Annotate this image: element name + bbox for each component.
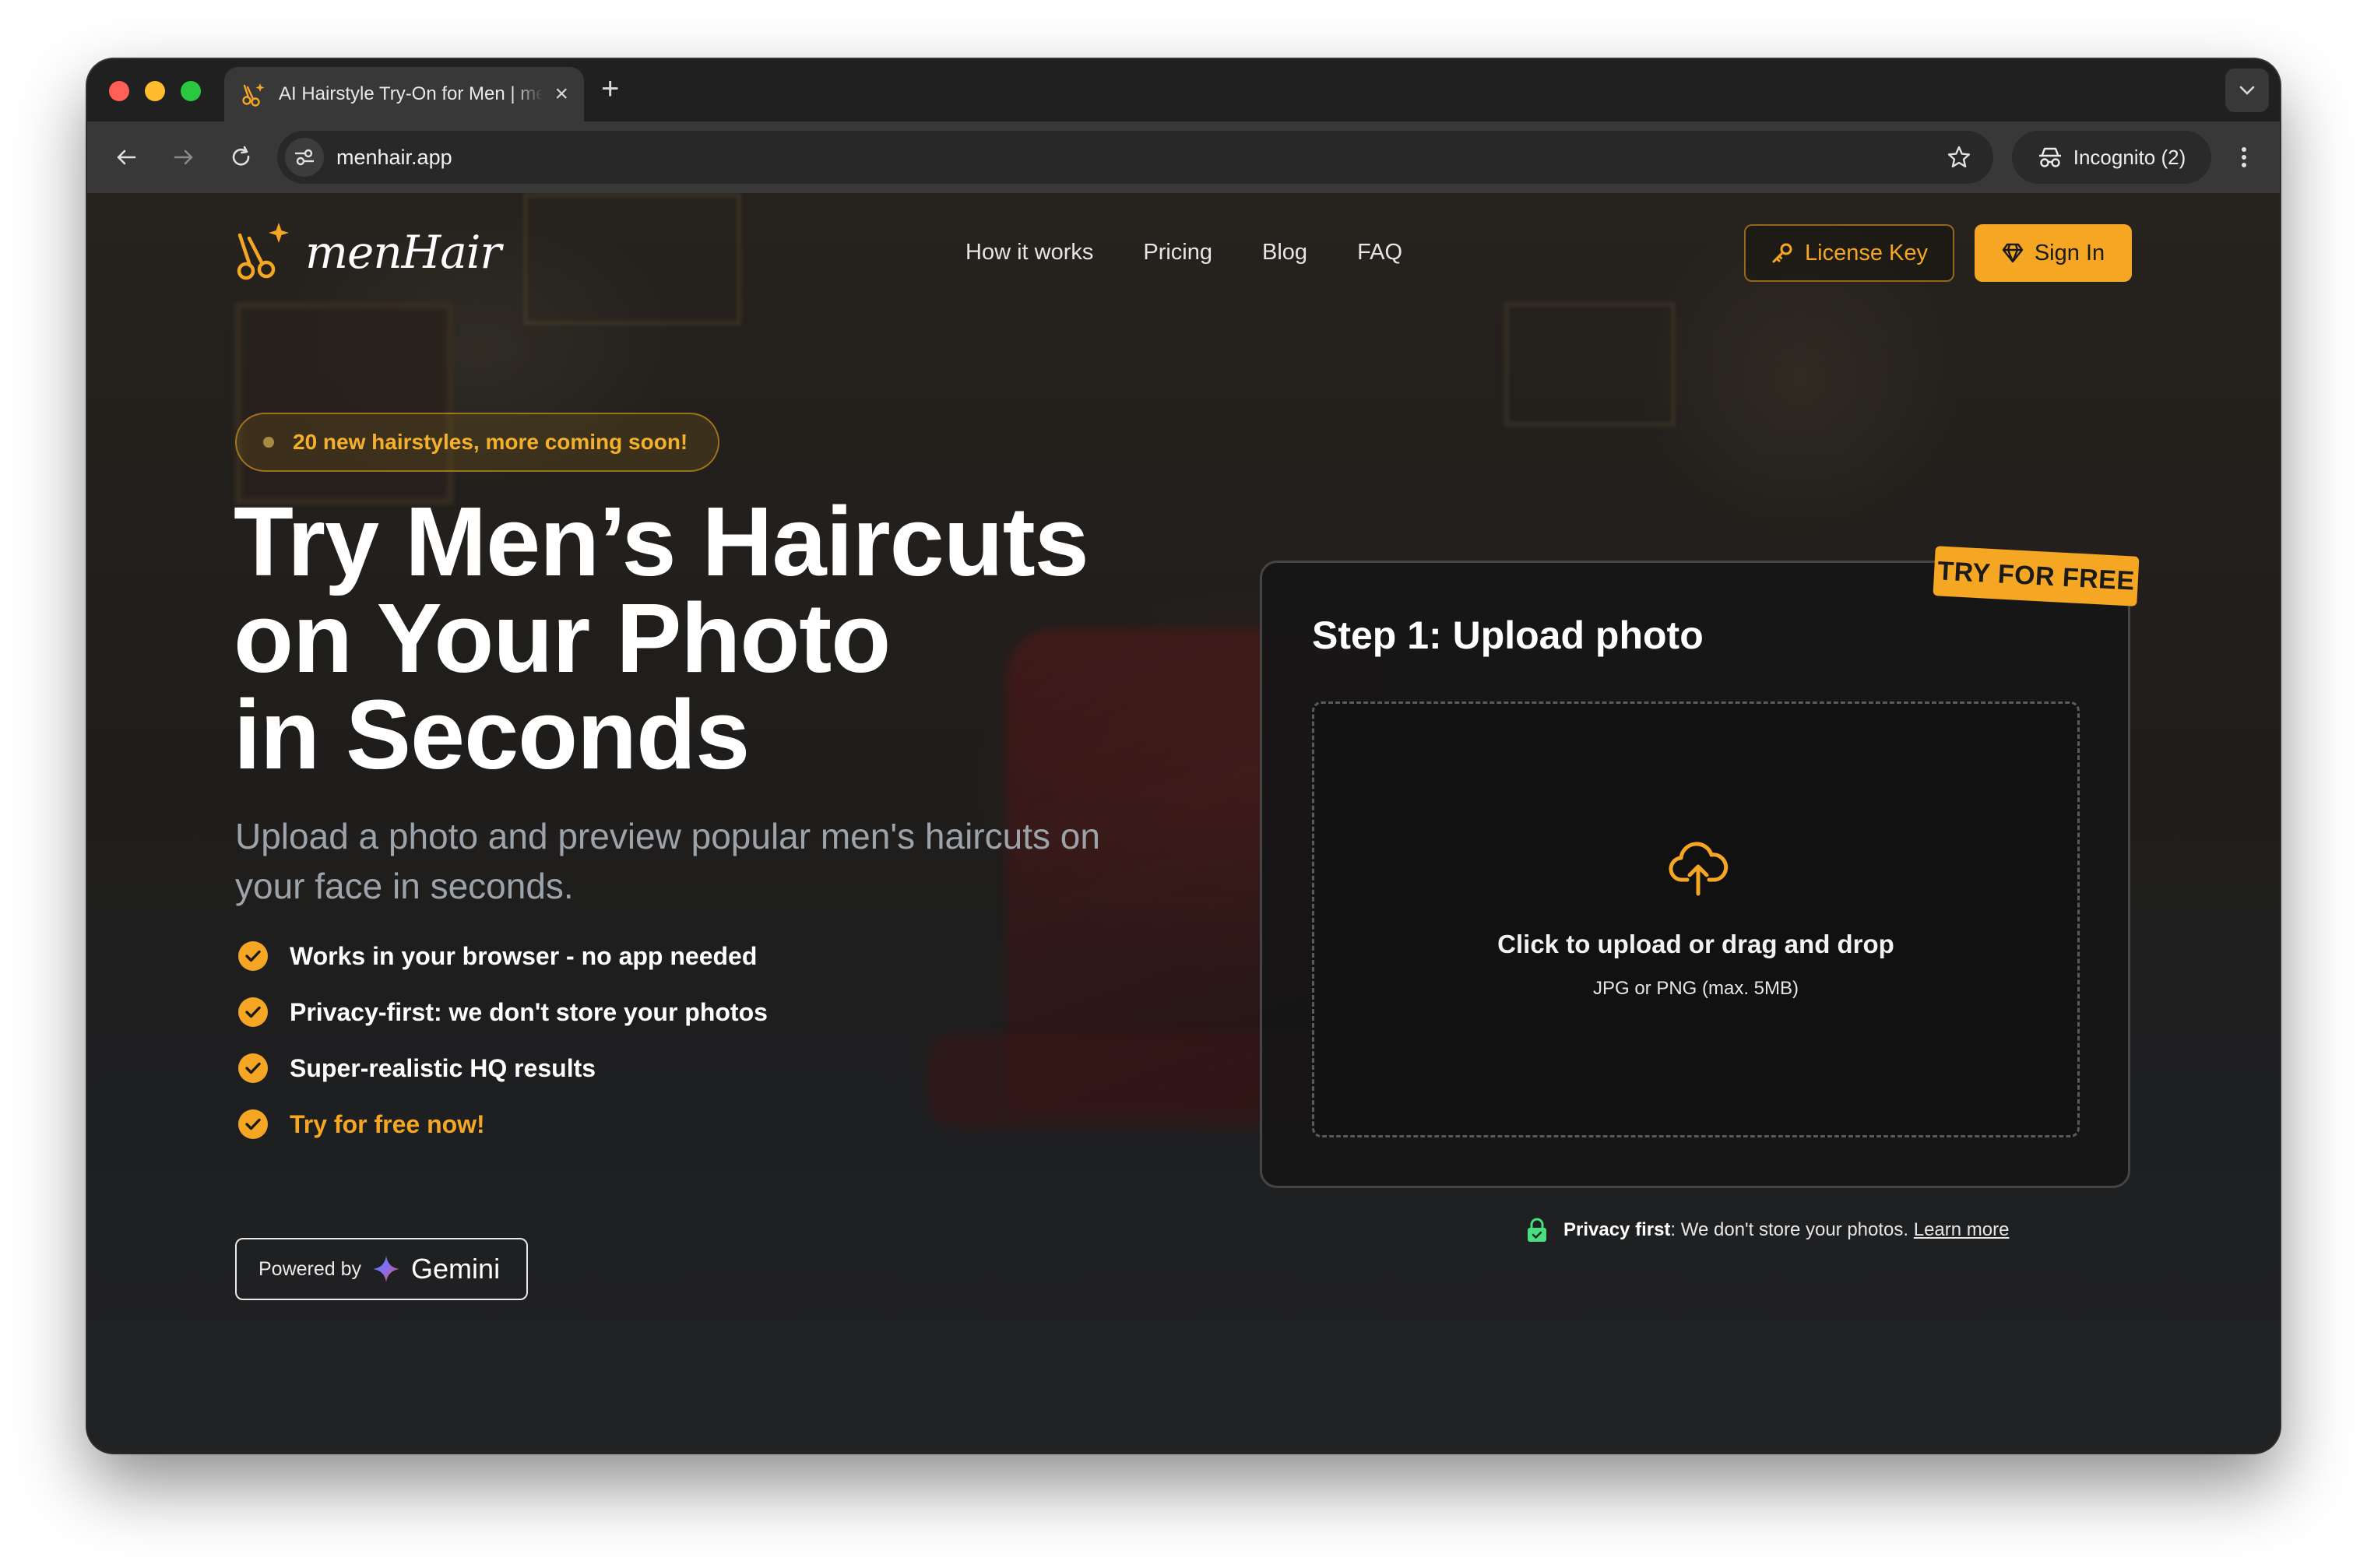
logo-text: menHair bbox=[305, 226, 501, 279]
license-key-label: License Key bbox=[1805, 240, 1928, 265]
nav-how-it-works[interactable]: How it works bbox=[965, 240, 1093, 265]
hero-title-line: on Your Photo bbox=[234, 583, 891, 693]
feature-item: Try for free now! bbox=[238, 1096, 768, 1152]
sign-in-button[interactable]: Sign In bbox=[1975, 224, 2132, 282]
badge-text: 20 new hairstyles, more coming soon! bbox=[293, 430, 688, 454]
cloud-upload-icon bbox=[1669, 842, 1729, 896]
photo-dropzone[interactable]: Click to upload or drag and drop JPG or … bbox=[1312, 701, 2080, 1137]
background-frame bbox=[523, 193, 741, 325]
main-nav: How it works Pricing Blog FAQ bbox=[965, 240, 1402, 265]
privacy-text: Privacy first: We don't store your photo… bbox=[1563, 1219, 2009, 1241]
try-free-now-link[interactable]: Try for free now! bbox=[290, 1110, 485, 1139]
scissors-favicon-icon bbox=[242, 83, 265, 107]
web-page: menHair How it works Pricing Blog FAQ Li… bbox=[87, 193, 2280, 1453]
privacy-bold: Privacy first bbox=[1563, 1219, 1671, 1240]
tab-close-icon[interactable]: × bbox=[554, 83, 568, 106]
feature-item: Privacy-first: we don't store your photo… bbox=[238, 984, 768, 1040]
address-bar[interactable]: menhair.app bbox=[277, 131, 1993, 184]
dropzone-title: Click to upload or drag and drop bbox=[1497, 930, 1894, 958]
check-circle-icon bbox=[238, 941, 268, 971]
browser-window: AI Hairstyle Try-On for Men | menHair × … bbox=[87, 59, 2280, 1453]
gemini-wordmark: Gemini bbox=[411, 1253, 501, 1285]
tab-list-chevron-icon[interactable] bbox=[2225, 69, 2269, 112]
close-window-button[interactable] bbox=[109, 81, 129, 101]
back-arrow-icon[interactable] bbox=[111, 142, 142, 173]
feature-text: Privacy-first: we don't store your photo… bbox=[290, 997, 768, 1026]
feature-list: Works in your browser - no app needed Pr… bbox=[238, 928, 768, 1152]
check-circle-icon bbox=[238, 1053, 268, 1083]
feature-item: Super-realistic HQ results bbox=[238, 1040, 768, 1096]
hero-title: Try Men’s Haircuts on Your Photo in Seco… bbox=[234, 493, 1246, 784]
maximize-window-button[interactable] bbox=[181, 81, 201, 101]
incognito-label: Incognito (2) bbox=[2073, 145, 2186, 169]
browser-toolbar: menhair.app Incognito (2) bbox=[87, 121, 2280, 193]
site-info-icon[interactable] bbox=[285, 138, 324, 177]
url-text: menhair.app bbox=[336, 145, 452, 169]
powered-by-label: Powered by bbox=[259, 1257, 362, 1280]
try-for-free-ribbon: TRY FOR FREE bbox=[1933, 546, 2140, 606]
minimize-window-button[interactable] bbox=[145, 81, 165, 101]
powered-by-gemini-badge[interactable]: Powered by Gemini bbox=[235, 1238, 528, 1300]
browser-tab[interactable]: AI Hairstyle Try-On for Men | menHair × bbox=[224, 67, 584, 121]
diamond-icon bbox=[2002, 243, 2024, 263]
check-circle-icon bbox=[238, 997, 268, 1027]
dropzone-hint: JPG or PNG (max. 5MB) bbox=[1592, 978, 1799, 999]
background-frame bbox=[1504, 302, 1676, 427]
site-logo[interactable]: menHair bbox=[234, 221, 501, 283]
license-key-button[interactable]: License Key bbox=[1744, 224, 1954, 282]
hero-title-line: in Seconds bbox=[234, 680, 750, 789]
incognito-profile-button[interactable]: Incognito (2) bbox=[2012, 131, 2211, 184]
kebab-menu-icon[interactable] bbox=[2235, 139, 2253, 176]
feature-item: Works in your browser - no app needed bbox=[238, 928, 768, 984]
check-circle-icon bbox=[238, 1109, 268, 1139]
forward-arrow-icon[interactable] bbox=[168, 142, 199, 173]
hero-subtitle: Upload a photo and preview popular men's… bbox=[235, 816, 1100, 906]
incognito-icon bbox=[2038, 147, 2061, 167]
new-tab-icon[interactable]: + bbox=[601, 73, 619, 104]
learn-more-link[interactable]: Learn more bbox=[1914, 1219, 2010, 1240]
scissors-sparkle-icon bbox=[237, 223, 289, 280]
hero-title-line: Try Men’s Haircuts bbox=[234, 487, 1089, 596]
privacy-note: Privacy first: We don't store your photo… bbox=[1526, 1218, 2009, 1243]
key-icon bbox=[1772, 243, 1792, 263]
nav-faq[interactable]: FAQ bbox=[1357, 240, 1402, 265]
tab-strip: AI Hairstyle Try-On for Men | menHair × … bbox=[87, 59, 2280, 121]
sign-in-label: Sign In bbox=[2034, 240, 2105, 265]
feature-text: Works in your browser - no app needed bbox=[290, 941, 758, 970]
background-portrait bbox=[235, 302, 453, 505]
privacy-body: : We don't store your photos. bbox=[1670, 1219, 1909, 1240]
lock-icon bbox=[1528, 1218, 1546, 1242]
tab-title: AI Hairstyle Try-On for Men | menHair bbox=[279, 83, 543, 104]
upload-step-title: Step 1: Upload photo bbox=[1312, 613, 1704, 657]
nav-pricing[interactable]: Pricing bbox=[1143, 240, 1212, 265]
badge-dot bbox=[263, 437, 274, 448]
feature-text: Super-realistic HQ results bbox=[290, 1053, 596, 1082]
reload-icon[interactable] bbox=[226, 142, 257, 173]
upload-card: Step 1: Upload photo Click to upload or … bbox=[1260, 561, 2130, 1188]
announcement-badge: 20 new hairstyles, more coming soon! bbox=[235, 413, 719, 472]
nav-blog[interactable]: Blog bbox=[1262, 240, 1307, 265]
star-icon[interactable] bbox=[1947, 145, 1971, 170]
gemini-sparkle-icon bbox=[373, 1256, 400, 1282]
